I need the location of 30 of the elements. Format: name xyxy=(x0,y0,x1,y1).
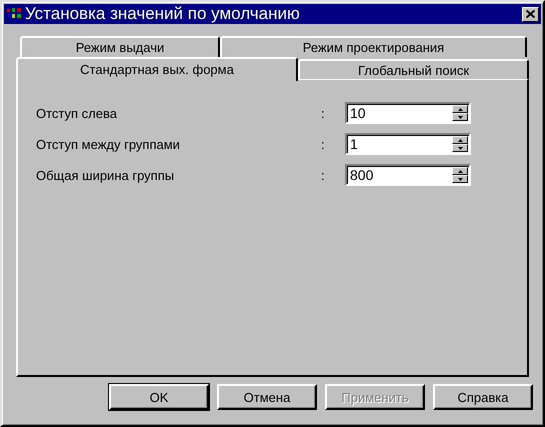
spin-field[interactable]: 10 xyxy=(345,102,471,124)
down-triangle-icon xyxy=(458,178,462,180)
spin-arrow-button[interactable] xyxy=(452,167,468,175)
tab[interactable]: Стандартная вых. форма xyxy=(16,57,298,81)
field-label: Отступ между группами xyxy=(36,136,181,152)
spin-field[interactable]: 1 xyxy=(345,133,471,155)
colon: : xyxy=(321,136,326,152)
colon: : xyxy=(321,106,326,120)
dialog-button[interactable]: Отмена xyxy=(217,384,317,410)
up-triangle-icon xyxy=(458,138,462,142)
spin-field[interactable]: 800 xyxy=(345,164,471,186)
dialog-button[interactable]: Справка xyxy=(433,384,533,410)
up-triangle-icon xyxy=(458,108,462,110)
spin-arrow-button[interactable] xyxy=(452,113,468,121)
down-triangle-icon xyxy=(458,116,462,118)
spin-arrow-button[interactable] xyxy=(452,175,468,183)
spin-arrow-button[interactable] xyxy=(452,105,468,113)
field-label: Отступ слева xyxy=(36,106,118,120)
spin-arrow-button[interactable] xyxy=(452,144,468,152)
field-label: Общая ширина группы xyxy=(36,168,176,182)
app-icon xyxy=(6,7,22,21)
close-button[interactable] xyxy=(522,6,539,22)
up-triangle-icon xyxy=(458,170,462,172)
close-icon xyxy=(526,10,535,18)
dialog-button[interactable]: OK xyxy=(109,384,209,410)
window-title: Установка значений по умолчанию xyxy=(25,4,301,24)
down-triangle-icon xyxy=(458,146,462,150)
spin-arrow-button[interactable] xyxy=(452,136,468,144)
colon: : xyxy=(321,168,326,182)
tab[interactable]: Глобальный поиск xyxy=(298,59,529,80)
